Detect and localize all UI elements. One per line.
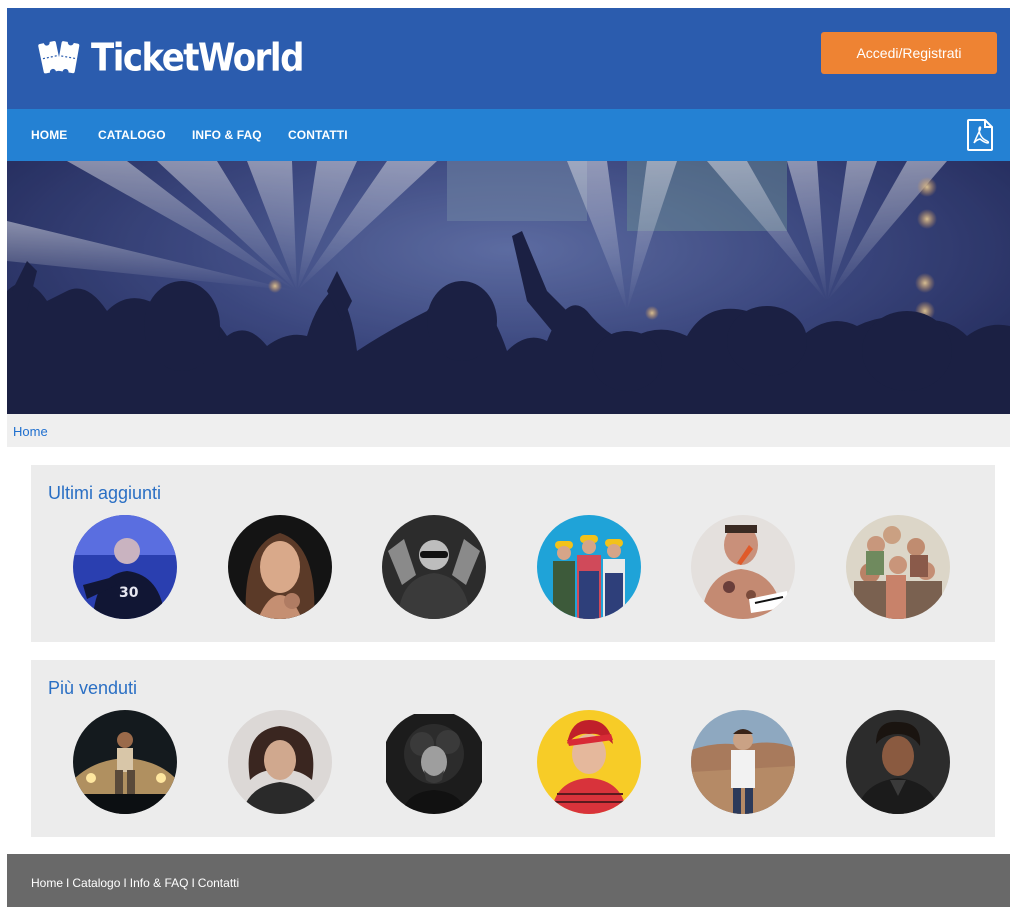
login-register-button[interactable]: Accedi/Registrati — [821, 32, 997, 74]
artist-avatar[interactable] — [382, 515, 486, 619]
artist-avatar[interactable] — [537, 710, 641, 814]
footer-link-contatti[interactable]: Contatti — [198, 876, 239, 890]
artist-avatar[interactable] — [691, 710, 795, 814]
footer-separator: I — [123, 876, 127, 890]
artist-avatar[interactable] — [73, 710, 177, 814]
breadcrumb-home-link[interactable]: Home — [13, 424, 48, 439]
artist-avatar[interactable] — [228, 710, 332, 814]
section-title: Ultimi aggiunti — [48, 483, 162, 503]
footer-separator: I — [66, 876, 70, 890]
site-footer: Home I Catalogo I Info & FAQ I Contatti — [7, 854, 1010, 907]
artist-avatar[interactable] — [382, 710, 486, 814]
nav-item-catalogo[interactable]: CATALOGO — [98, 128, 166, 142]
main-nav: HOME CATALOGO INFO & FAQ CONTATTI — [7, 109, 1010, 161]
artist-avatar[interactable] — [537, 515, 641, 619]
artist-avatar[interactable] — [846, 515, 950, 619]
footer-link-info-faq[interactable]: Info & FAQ — [130, 876, 189, 890]
nav-item-home[interactable]: HOME — [31, 128, 67, 142]
section-best-sellers: Più venduti — [31, 660, 995, 837]
tickets-logo-icon — [38, 39, 80, 75]
footer-link-home[interactable]: Home — [31, 876, 63, 890]
artist-avatar[interactable] — [846, 710, 950, 814]
svg-text:30: 30 — [119, 585, 139, 601]
footer-separator: I — [191, 876, 195, 890]
hero-concert-image — [7, 161, 1010, 414]
footer-links: Home I Catalogo I Info & FAQ I Contatti — [31, 876, 239, 890]
nav-item-info-faq[interactable]: INFO & FAQ — [192, 128, 262, 142]
artist-avatar[interactable] — [691, 515, 795, 619]
logo-text: TicketWorld — [91, 35, 304, 81]
logo[interactable]: TicketWorld — [37, 34, 304, 82]
site-header: TicketWorld Accedi/Registrati — [7, 8, 1010, 109]
nav-item-contatti[interactable]: CONTATTI — [288, 128, 348, 142]
artist-avatar[interactable]: 30 — [73, 515, 177, 619]
pdf-icon[interactable] — [966, 118, 994, 152]
breadcrumb: Home — [7, 414, 1010, 447]
section-latest: Ultimi aggiunti 30 — [31, 465, 995, 642]
section-title: Più venduti — [48, 678, 138, 698]
artist-avatar[interactable] — [228, 515, 332, 619]
footer-link-catalogo[interactable]: Catalogo — [72, 876, 120, 890]
